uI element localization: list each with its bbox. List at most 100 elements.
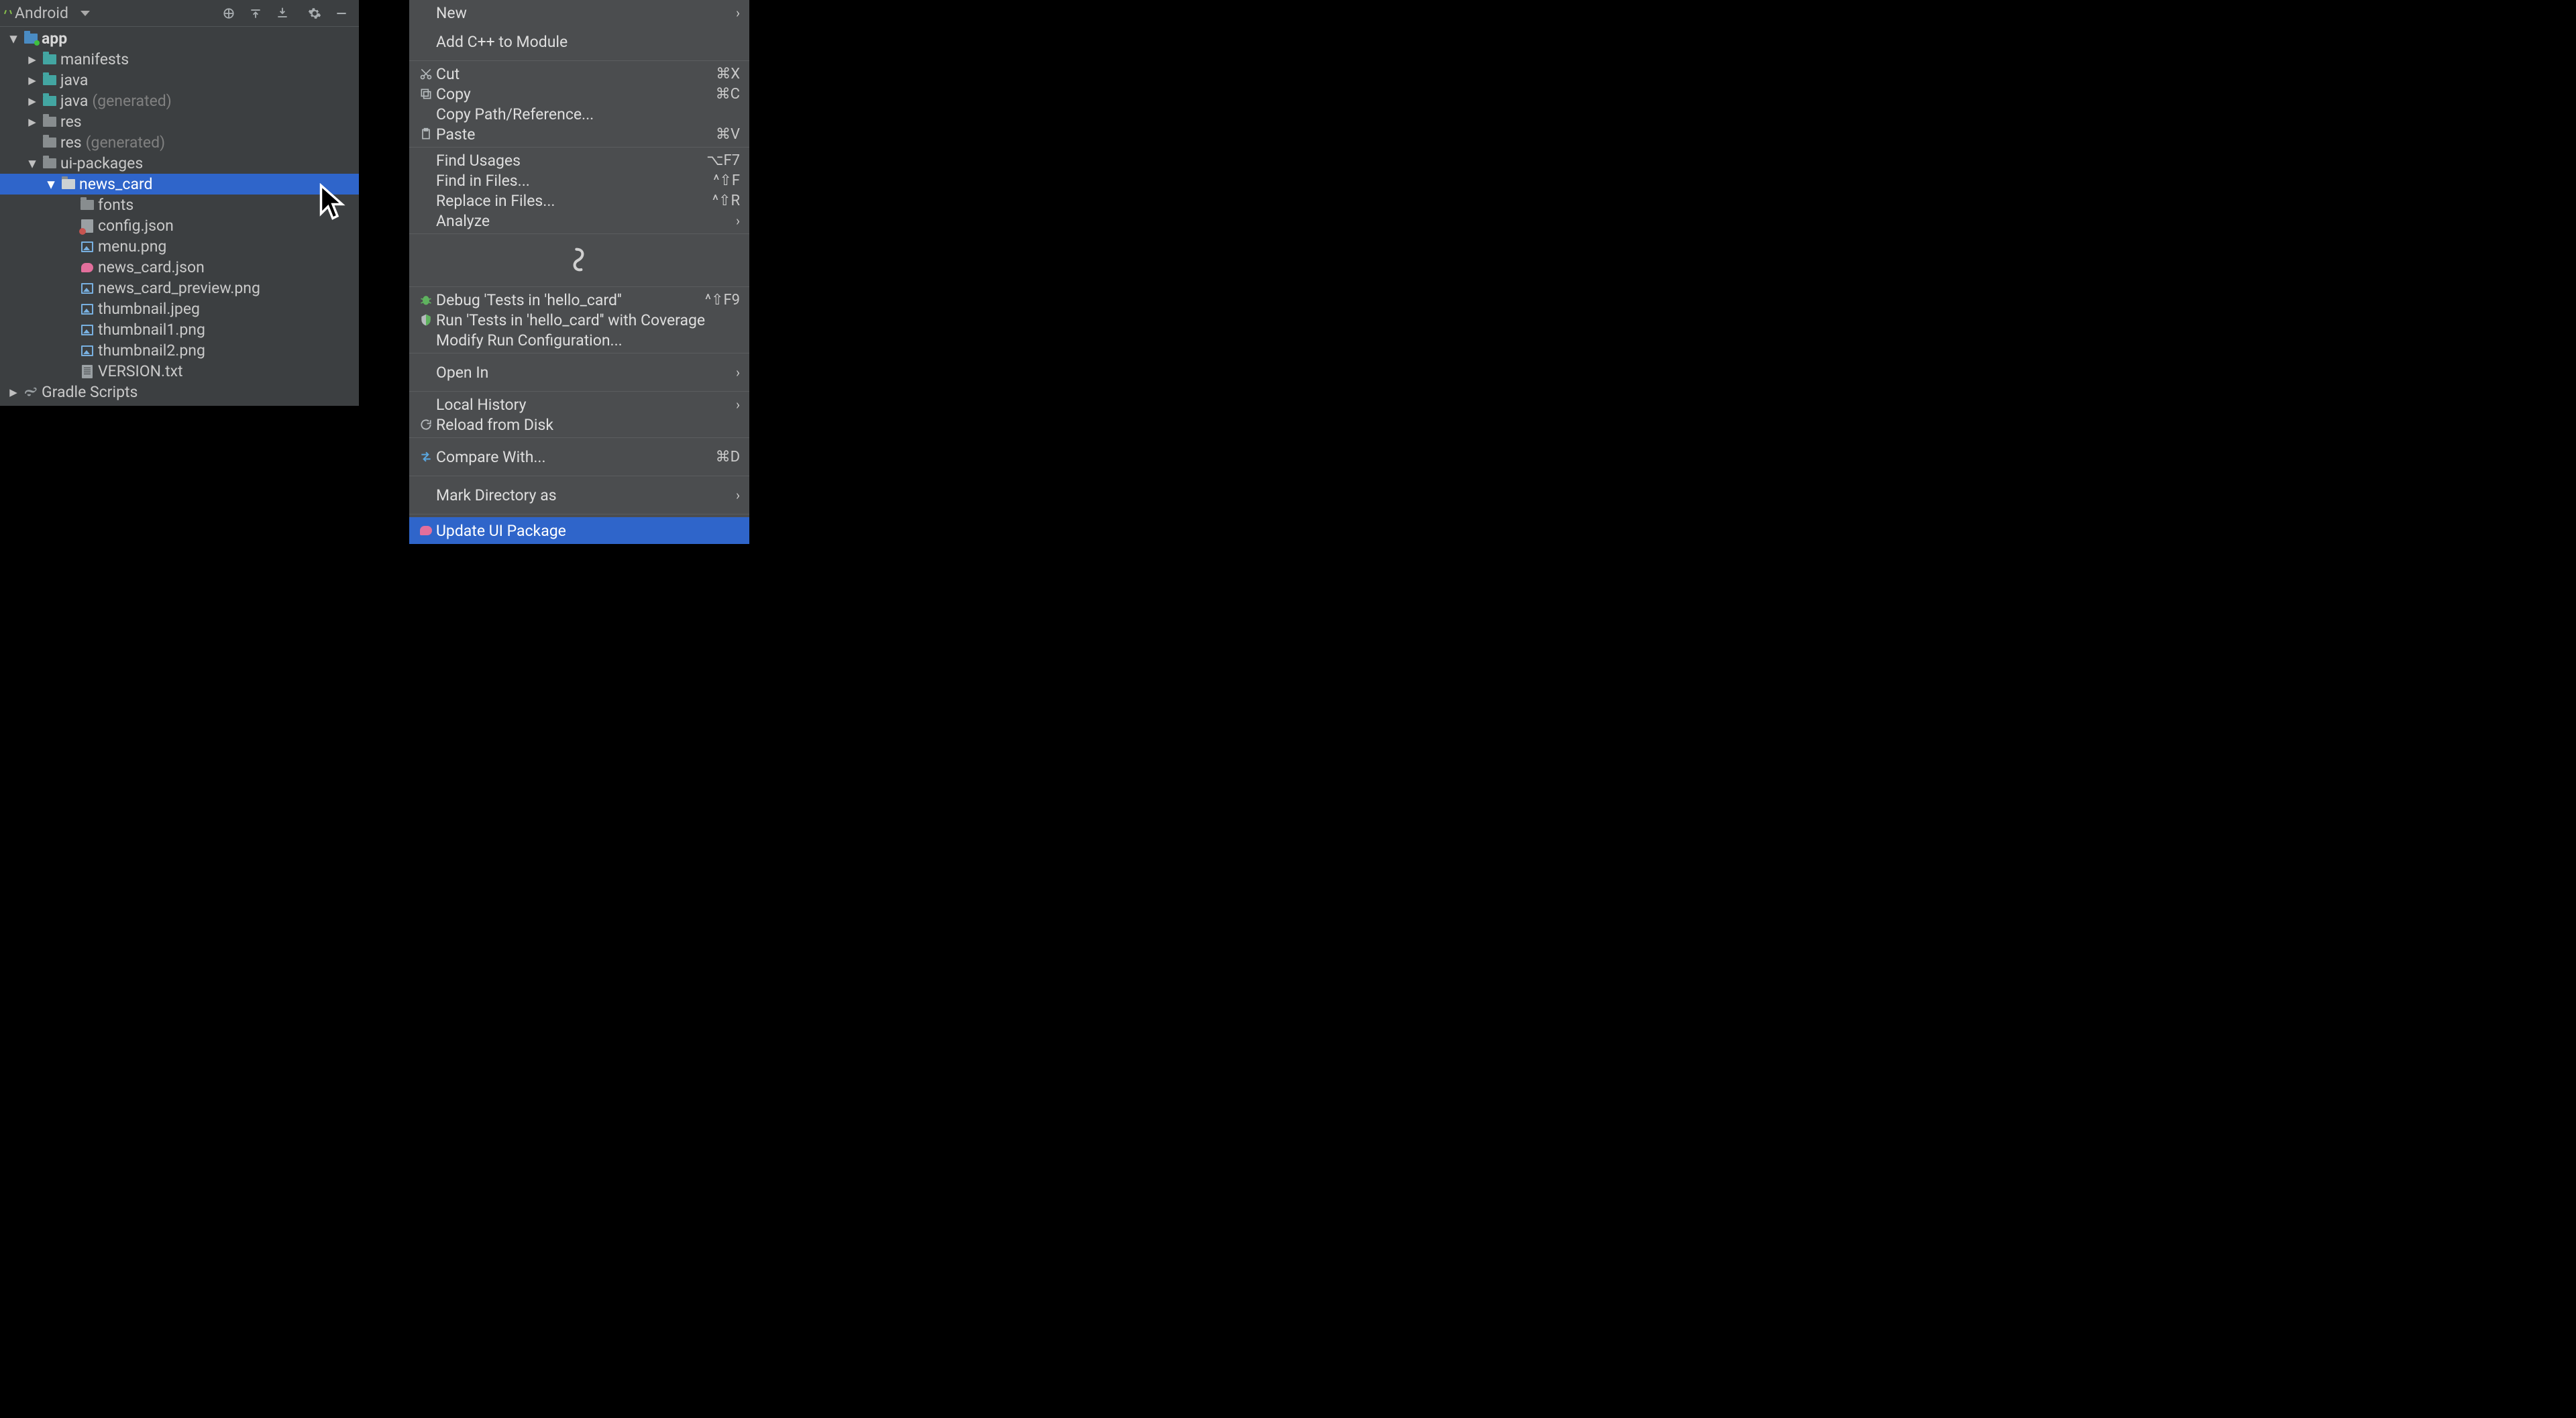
- tree-row-manifests[interactable]: ▸ manifests: [0, 49, 359, 70]
- chevron-down-icon[interactable]: ▾: [4, 30, 23, 48]
- menu-label: Modify Run Configuration...: [436, 331, 740, 349]
- gradle-icon: [23, 384, 39, 400]
- tree-row-thumbnail-jpeg[interactable]: thumbnail.jpeg: [0, 298, 359, 319]
- collapse-all-icon[interactable]: [273, 4, 292, 23]
- dropdown-caret-icon: [80, 11, 90, 16]
- tree-row-version[interactable]: VERSION.txt: [0, 361, 359, 382]
- menu-item-debug-tests[interactable]: Debug 'Tests in 'hello_card'' ^⇧F9: [409, 290, 749, 310]
- tree-row-news-card-preview[interactable]: news_card_preview.png: [0, 278, 359, 298]
- tree-row-res[interactable]: ▸ res: [0, 111, 359, 132]
- chevron-right-icon[interactable]: ▸: [23, 50, 42, 68]
- tree-row-fonts[interactable]: fonts: [0, 195, 359, 215]
- tree-suffix: (generated): [86, 133, 165, 152]
- tree-label: ui-packages: [60, 154, 143, 172]
- menu-item-mark-directory[interactable]: Mark Directory as ›: [409, 479, 749, 511]
- tree-label: menu.png: [98, 237, 166, 256]
- tree-row-app[interactable]: ▾ app: [0, 28, 359, 49]
- menu-separator: [409, 391, 749, 392]
- view-selector[interactable]: Android: [8, 4, 112, 22]
- copy-icon: [416, 87, 436, 101]
- menu-label: New: [436, 4, 736, 22]
- menu-item-reload[interactable]: Reload from Disk: [409, 415, 749, 435]
- tree-label: news_card_preview.png: [98, 279, 260, 297]
- menu-item-paste[interactable]: Paste ⌘V: [409, 124, 749, 144]
- menu-item-replace-in-files[interactable]: Replace in Files... ^⇧R: [409, 190, 749, 211]
- folder-icon: [42, 156, 58, 172]
- menu-label: Find in Files...: [436, 172, 713, 190]
- tree-label: manifests: [60, 50, 129, 68]
- menu-item-cut[interactable]: Cut ⌘X: [409, 64, 749, 84]
- chevron-right-icon[interactable]: ▸: [23, 71, 42, 89]
- hide-panel-icon[interactable]: [332, 4, 351, 23]
- image-file-icon: [79, 322, 95, 338]
- tree-label: thumbnail1.png: [98, 321, 205, 339]
- chevron-right-icon[interactable]: ▸: [23, 113, 42, 131]
- menu-label: Add C++ to Module: [436, 33, 740, 51]
- menu-item-compare[interactable]: Compare With... ⌘D: [409, 441, 749, 473]
- tree-label: java: [60, 71, 88, 89]
- menu-item-copy[interactable]: Copy ⌘C: [409, 84, 749, 104]
- folder-icon: [42, 114, 58, 130]
- submenu-arrow-icon: ›: [736, 396, 740, 413]
- tree-row-thumbnail1[interactable]: thumbnail1.png: [0, 319, 359, 340]
- tree-label: config.json: [98, 217, 174, 235]
- menu-item-modify-run[interactable]: Modify Run Configuration...: [409, 330, 749, 350]
- tree-row-gradle-scripts[interactable]: ▸ Gradle Scripts: [0, 382, 359, 402]
- menu-shortcut: ⌥F7: [706, 152, 740, 169]
- image-file-icon: [79, 301, 95, 317]
- tree-row-menu-png[interactable]: menu.png: [0, 236, 359, 257]
- menu-item-update-ui-package[interactable]: Update UI Package: [409, 517, 749, 544]
- tree-row-res-generated[interactable]: res (generated): [0, 132, 359, 153]
- folder-icon: [42, 52, 58, 68]
- menu-item-analyze[interactable]: Analyze ›: [409, 211, 749, 231]
- menu-item-new[interactable]: New ›: [409, 0, 749, 25]
- settings-icon[interactable]: [305, 4, 324, 23]
- expand-all-icon[interactable]: [246, 4, 265, 23]
- menu-item-open-in[interactable]: Open In ›: [409, 356, 749, 388]
- menu-label: Open In: [436, 364, 736, 382]
- tree-row-thumbnail2[interactable]: thumbnail2.png: [0, 340, 359, 361]
- menu-shortcut: ⌘V: [716, 126, 740, 143]
- image-file-icon: [79, 280, 95, 296]
- project-tree[interactable]: ▾ app ▸ manifests ▸ java ▸ java (generat…: [0, 27, 359, 402]
- menu-separator: [409, 233, 749, 234]
- debug-icon: [416, 293, 436, 307]
- folder-generated-icon: [42, 93, 58, 109]
- image-file-icon: [79, 343, 95, 359]
- menu-separator: [409, 437, 749, 438]
- tree-label: news_card.json: [98, 258, 205, 276]
- tree-row-news-card[interactable]: ▾ news_card: [0, 174, 359, 195]
- menu-shortcut: ⌘D: [716, 449, 740, 466]
- tree-row-news-card-json[interactable]: news_card.json: [0, 257, 359, 278]
- image-file-icon: [79, 239, 95, 255]
- menu-item-find-in-files[interactable]: Find in Files... ^⇧F: [409, 170, 749, 190]
- menu-shortcut: ^⇧F: [713, 172, 740, 189]
- tree-row-config-json[interactable]: config.json: [0, 215, 359, 236]
- menu-separator: [409, 286, 749, 287]
- menu-label: Paste: [436, 125, 716, 144]
- tree-row-ui-packages[interactable]: ▾ ui-packages: [0, 153, 359, 174]
- json-file-icon: [79, 218, 95, 234]
- chevron-right-icon[interactable]: ▸: [4, 383, 23, 401]
- tree-row-java-generated[interactable]: ▸ java (generated): [0, 91, 359, 111]
- tree-row-java[interactable]: ▸ java: [0, 70, 359, 91]
- menu-item-add-cpp[interactable]: Add C++ to Module: [409, 25, 749, 58]
- chevron-right-icon[interactable]: ▸: [23, 92, 42, 110]
- select-opened-file-icon[interactable]: [219, 4, 238, 23]
- menu-item-run-coverage[interactable]: Run 'Tests in 'hello_card'' with Coverag…: [409, 310, 749, 330]
- menu-shortcut: ⌘C: [716, 86, 740, 103]
- menu-item-copy-path[interactable]: Copy Path/Reference...: [409, 104, 749, 124]
- tree-label: VERSION.txt: [98, 362, 183, 380]
- panel-header: Android: [0, 0, 359, 27]
- chevron-down-icon[interactable]: ▾: [42, 175, 60, 193]
- tree-label: res: [60, 133, 82, 152]
- chevron-down-icon[interactable]: ▾: [23, 154, 42, 172]
- tree-suffix: (generated): [92, 92, 171, 110]
- menu-separator: [409, 60, 749, 61]
- loading-indicator-icon: [409, 237, 749, 284]
- menu-item-local-history[interactable]: Local History ›: [409, 394, 749, 415]
- tree-label: java: [60, 92, 88, 110]
- menu-label: Local History: [436, 396, 736, 414]
- cut-icon: [416, 67, 436, 80]
- menu-item-find-usages[interactable]: Find Usages ⌥F7: [409, 150, 749, 170]
